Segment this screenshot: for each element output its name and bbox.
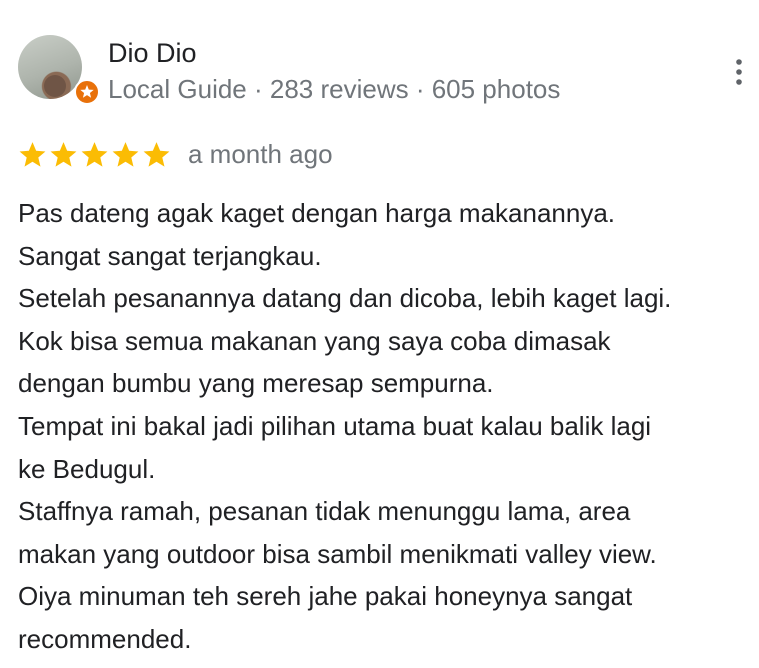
review-text-line: Kok bisa semua makanan yang saya coba di… bbox=[18, 325, 611, 356]
star-icon bbox=[143, 141, 170, 167]
reviewer-avatar[interactable] bbox=[18, 35, 100, 105]
review-text-line: ke Bedugul. bbox=[18, 453, 156, 484]
more-options-button[interactable] bbox=[724, 54, 754, 90]
star-icon bbox=[81, 141, 108, 167]
review-card: Dio Dio Local Guide · 283 reviews · 605 … bbox=[0, 0, 759, 668]
reviewer-meta[interactable]: Local Guide · 283 reviews · 605 photos bbox=[108, 73, 560, 105]
star-icon bbox=[112, 141, 139, 167]
review-text-line: dengan bumbu yang meresap sempurna. bbox=[18, 368, 494, 399]
badge-star-icon bbox=[80, 85, 94, 98]
more-vert-icon bbox=[736, 59, 742, 85]
review-text-line: Tempat ini bakal jadi pilihan utama buat… bbox=[18, 410, 652, 441]
review-date: a month ago bbox=[188, 139, 333, 169]
review-text-line: Sangat sangat terjangkau. bbox=[18, 240, 322, 271]
star-icon bbox=[19, 141, 46, 167]
review-text-line: Pas dateng agak kaget dengan harga makan… bbox=[18, 198, 616, 228]
star-icon bbox=[50, 141, 77, 167]
review-text-line: Staffnya ramah, pesanan tidak menunggu l… bbox=[18, 496, 631, 527]
review-text-line: makan yang outdoor bisa sambil menikmati… bbox=[18, 538, 657, 569]
review-text-line: Oiya minuman teh sereh jahe pakai honeyn… bbox=[18, 581, 633, 612]
review-text: Pas dateng agak kaget dengan harga makan… bbox=[18, 192, 753, 661]
avatar-face bbox=[44, 75, 66, 97]
reviewer-name[interactable]: Dio Dio bbox=[108, 37, 197, 69]
review-text-line: Setelah pesanannya datang dan dicoba, le… bbox=[18, 283, 672, 314]
rating-row: a month ago bbox=[18, 138, 333, 170]
local-guide-badge-icon bbox=[74, 79, 100, 105]
star-rating bbox=[18, 140, 173, 169]
review-text-line: recommended. bbox=[18, 623, 192, 654]
